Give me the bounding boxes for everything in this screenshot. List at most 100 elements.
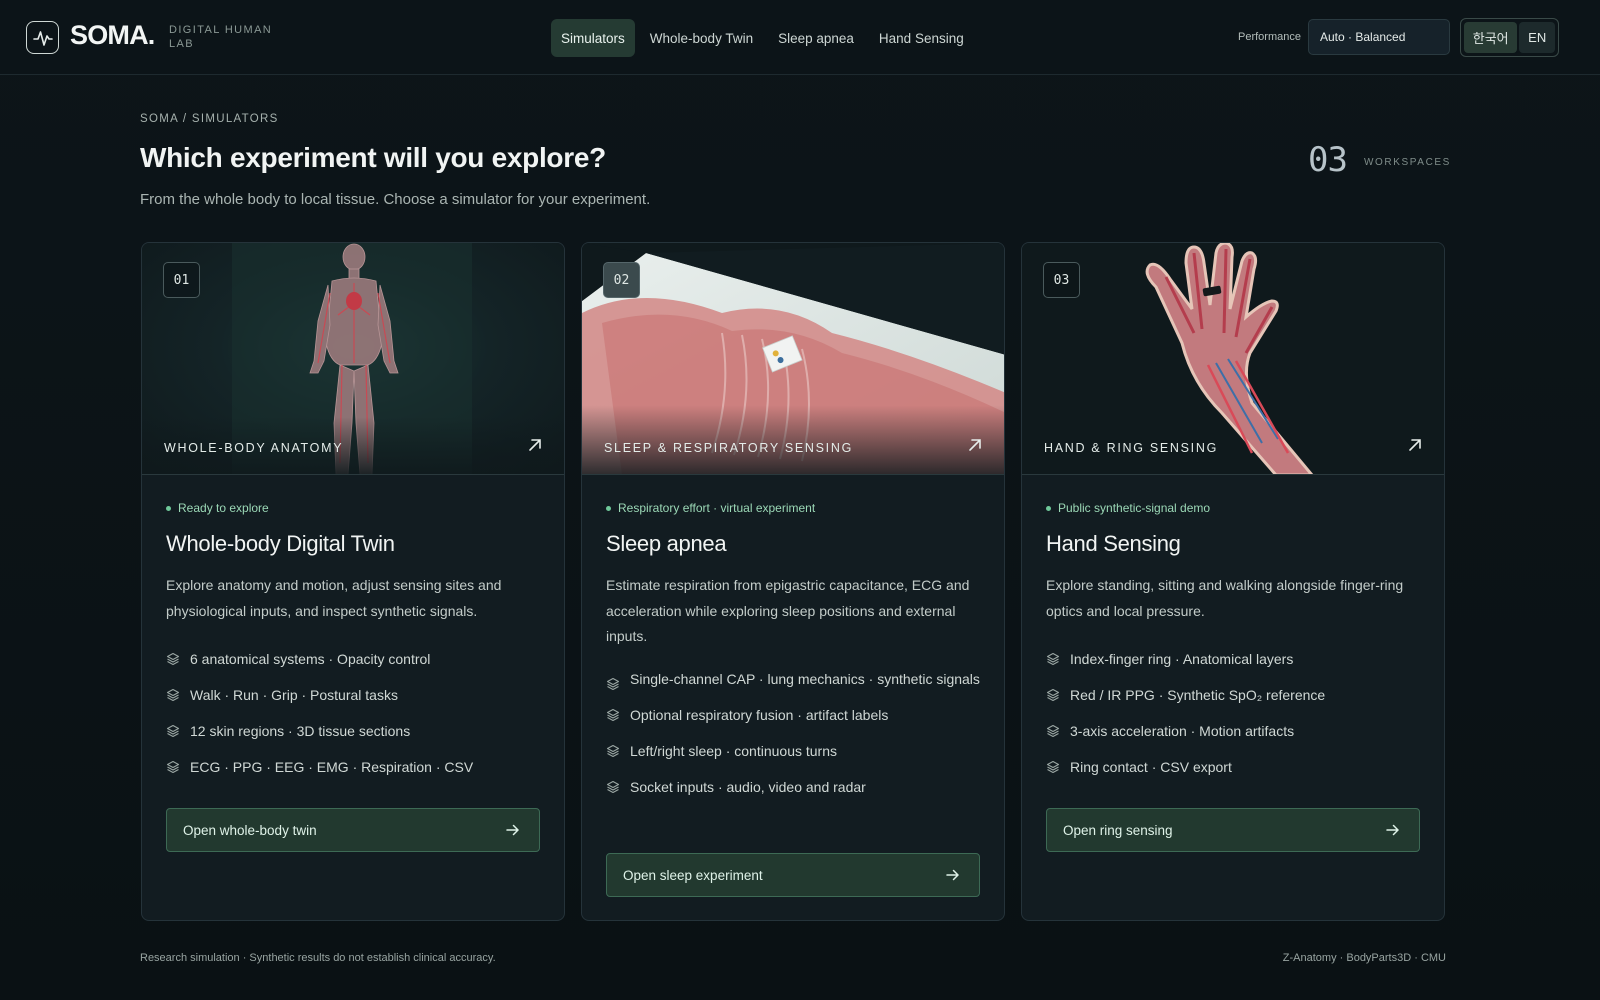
- arrow-right-icon: [506, 824, 519, 836]
- language-english-button[interactable]: EN: [1519, 22, 1555, 53]
- nav-whole-body-twin[interactable]: Whole-body Twin: [640, 19, 763, 57]
- status-dot: [166, 505, 171, 511]
- feature-item: Optional respiratory fusion · artifact l…: [606, 703, 986, 728]
- card-image-whole-body[interactable]: 01 WHOLE-BODY ANATOMY: [142, 243, 564, 475]
- card-category: WHOLE-BODY ANATOMY: [164, 441, 344, 455]
- button-label: Open ring sensing: [1063, 822, 1173, 838]
- status-badge: Respiratory effort · virtual experiment: [606, 501, 815, 515]
- status-text: Ready to explore: [178, 501, 269, 515]
- layers-icon: [166, 760, 180, 774]
- language-switcher: 한국어 EN: [1460, 18, 1559, 57]
- card-number: 03: [1043, 262, 1080, 298]
- nav-simulators[interactable]: Simulators: [551, 19, 635, 57]
- layers-icon: [166, 652, 180, 666]
- workspace-label: WORKSPACES: [1364, 157, 1451, 168]
- status-dot: [606, 505, 611, 511]
- brand-name[interactable]: SOMA.: [70, 20, 155, 51]
- feature-text: Left/right sleep · continuous turns: [630, 743, 838, 759]
- card-number: 02: [603, 262, 640, 298]
- card-description: Estimate respiration from epigastric cap…: [606, 577, 970, 644]
- feature-text: 12 skin regions · 3D tissue sections: [190, 723, 411, 739]
- feature-item: 6 anatomical systems · Opacity control: [166, 647, 546, 672]
- feature-list: 6 anatomical systems · Opacity control W…: [166, 647, 546, 791]
- card-title: Whole-body Digital Twin: [166, 531, 395, 556]
- layers-icon: [166, 724, 180, 738]
- main-nav: Simulators Whole-body Twin Sleep apnea H…: [551, 19, 979, 57]
- status-text: Public synthetic-signal demo: [1058, 501, 1211, 515]
- feature-item: Walk · Run · Grip · Postural tasks: [166, 683, 546, 708]
- layers-icon: [606, 780, 620, 794]
- open-whole-body-twin-button[interactable]: Open whole-body twin: [166, 808, 540, 852]
- card-category: HAND & RING SENSING: [1044, 441, 1218, 455]
- card-image-hand-sensing[interactable]: 03 HAND & RING SENSING: [1022, 243, 1444, 475]
- layers-icon: [1046, 760, 1060, 774]
- arrow-up-right-icon[interactable]: [1406, 436, 1424, 454]
- page-title: Which experiment will you explore?: [140, 142, 606, 173]
- feature-item: 12 skin regions · 3D tissue sections: [166, 719, 546, 744]
- page: SOMA. DIGITAL HUMAN LAB Simulators Whole…: [0, 0, 1600, 1000]
- status-dot: [1046, 505, 1051, 511]
- language-korean-button[interactable]: 한국어: [1464, 22, 1518, 53]
- status-text: Respiratory effort · virtual experiment: [618, 501, 816, 515]
- page-subtitle: From the whole body to local tissue. Cho…: [140, 191, 651, 208]
- feature-item: Red / IR PPG · Synthetic SpO₂ reference: [1046, 683, 1426, 708]
- feature-text: Socket inputs · audio, video and radar: [630, 779, 866, 795]
- card-description: Explore anatomy and motion, adjust sensi…: [166, 577, 502, 619]
- layers-icon: [1046, 724, 1060, 738]
- nav-sleep-apnea[interactable]: Sleep apnea: [768, 19, 864, 57]
- feature-item: Ring contact · CSV export: [1046, 755, 1426, 780]
- feature-item: Index-finger ring · Anatomical layers: [1046, 647, 1426, 672]
- feature-text: Index-finger ring · Anatomical layers: [1070, 651, 1294, 667]
- card-title: Hand Sensing: [1046, 531, 1181, 556]
- layers-icon: [1046, 688, 1060, 702]
- open-sleep-experiment-button[interactable]: Open sleep experiment: [606, 853, 980, 897]
- feature-text: 6 anatomical systems · Opacity control: [190, 651, 431, 667]
- layers-icon: [166, 688, 180, 702]
- feature-text: Ring contact · CSV export: [1070, 759, 1232, 775]
- feature-item: Single-channel CAP · lung mechanics · sy…: [606, 667, 986, 692]
- top-bar: SOMA. DIGITAL HUMAN LAB Simulators Whole…: [0, 0, 1600, 75]
- feature-text: Single-channel CAP · lung mechanics · sy…: [630, 671, 980, 687]
- card-number: 01: [163, 262, 200, 298]
- feature-text: Walk · Run · Grip · Postural tasks: [190, 687, 398, 703]
- card-image-sleep-apnea[interactable]: 02 SLEEP & RESPIRATORY SENSING: [582, 243, 1004, 475]
- card-title: Sleep apnea: [606, 531, 727, 556]
- arrow-right-icon: [946, 869, 959, 881]
- button-label: Open whole-body twin: [183, 822, 317, 838]
- open-ring-sensing-button[interactable]: Open ring sensing: [1046, 808, 1420, 852]
- performance-label: Performance: [1238, 31, 1301, 43]
- layers-icon: [606, 708, 620, 722]
- simulator-card-whole-body[interactable]: 01 WHOLE-BODY ANATOMY Ready to explore W…: [141, 242, 565, 921]
- feature-item: Left/right sleep · continuous turns: [606, 739, 986, 764]
- arrow-up-right-icon[interactable]: [966, 436, 984, 454]
- nav-hand-sensing[interactable]: Hand Sensing: [869, 19, 974, 57]
- card-category: SLEEP & RESPIRATORY SENSING: [604, 441, 853, 455]
- arrow-right-icon: [1386, 824, 1399, 836]
- feature-text: Optional respiratory fusion · artifact l…: [630, 707, 889, 723]
- brand-subtitle: DIGITAL HUMAN LAB: [169, 24, 273, 50]
- feature-list: Single-channel CAP · lung mechanics · sy…: [606, 667, 986, 811]
- pulse-icon[interactable]: [26, 21, 59, 54]
- card-description: Explore standing, sitting and walking al…: [1046, 577, 1404, 619]
- workspace-count: 03: [1308, 140, 1348, 180]
- feature-text: 3-axis acceleration · Motion artifacts: [1070, 723, 1295, 739]
- layers-icon: [1046, 652, 1060, 666]
- footer-credits: Z-Anatomy · BodyParts3D · CMU: [1282, 952, 1446, 964]
- feature-text: Red / IR PPG · Synthetic SpO₂ reference: [1070, 687, 1326, 703]
- status-badge: Ready to explore: [166, 501, 269, 515]
- simulator-card-sleep-apnea[interactable]: 02 SLEEP & RESPIRATORY SENSING Respirato…: [581, 242, 1005, 921]
- feature-item: 3-axis acceleration · Motion artifacts: [1046, 719, 1426, 744]
- button-label: Open sleep experiment: [623, 867, 763, 883]
- status-badge: Public synthetic-signal demo: [1046, 501, 1210, 515]
- simulator-card-hand-sensing[interactable]: 03 HAND & RING SENSING Public synthetic-…: [1021, 242, 1445, 921]
- feature-text: ECG · PPG · EEG · EMG · Respiration · CS…: [190, 759, 474, 775]
- layers-icon: [606, 677, 620, 691]
- arrow-up-right-icon[interactable]: [526, 436, 544, 454]
- feature-item: ECG · PPG · EEG · EMG · Respiration · CS…: [166, 755, 546, 780]
- feature-item: Socket inputs · audio, video and radar: [606, 775, 986, 800]
- feature-list: Index-finger ring · Anatomical layers Re…: [1046, 647, 1426, 791]
- footer-disclaimer: Research simulation · Synthetic results …: [140, 952, 496, 964]
- layers-icon: [606, 744, 620, 758]
- performance-select[interactable]: Auto · Balanced: [1308, 19, 1450, 55]
- breadcrumb: SOMA / SIMULATORS: [140, 113, 279, 125]
